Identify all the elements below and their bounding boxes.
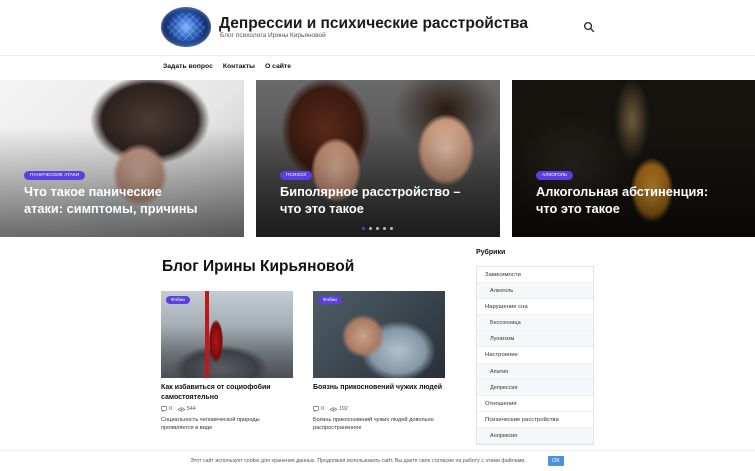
category-item[interactable]: Отношения [477, 396, 593, 412]
site-logo[interactable] [161, 7, 211, 47]
category-item[interactable]: Бессонница [477, 315, 593, 332]
views-count: 544 [177, 406, 196, 412]
post-thumbnail[interactable]: Фобии [313, 291, 445, 378]
eye-icon [177, 407, 185, 411]
views-count: 192 [329, 406, 348, 412]
search-icon[interactable] [583, 20, 595, 33]
slide-title[interactable]: Алкогольная абстиненция: что это такое [536, 184, 708, 217]
category-item[interactable]: Лунатизм [477, 331, 593, 348]
category-item[interactable]: Зависимости [477, 267, 593, 284]
nav-item-contacts[interactable]: Контакты [223, 63, 255, 73]
category-item[interactable]: Апатия [477, 363, 593, 380]
slider-dot[interactable] [362, 227, 365, 230]
nav-item-ask-question[interactable]: Задать вопрос [163, 63, 213, 73]
nav-item-about[interactable]: О сайте [265, 63, 291, 73]
post-excerpt: Боязнь прикосновений чужих людей довольн… [313, 417, 434, 431]
blog-heading: Блог Ирины Кирьяновой [162, 258, 355, 275]
slide-bipolar[interactable]: Психоз Биполярное расстройство – что это… [256, 80, 500, 237]
slide-tag[interactable]: Алкоголь [536, 171, 574, 180]
comments-count: 0 [161, 406, 172, 412]
slide-title[interactable]: Биполярное расстройство – что это такое [280, 184, 460, 217]
post-title[interactable]: Боязнь прикосновений чужих людей [313, 383, 445, 393]
slider-dot[interactable] [369, 227, 372, 230]
category-item[interactable]: Депрессия [477, 379, 593, 396]
cookie-bar: Этот сайт использует cookie для хранения… [0, 450, 755, 471]
slide-title[interactable]: Что такое панические атаки: симптомы, пр… [24, 184, 197, 217]
slider-dots [362, 227, 393, 230]
slide-tag[interactable]: Панические атаки [24, 171, 86, 180]
slider-dot[interactable] [390, 227, 393, 230]
post-title[interactable]: Как избавиться от социофобии самостоятел… [161, 383, 293, 403]
sidebar-title: Рубрики [476, 249, 506, 256]
category-item[interactable]: Нарушение сна [477, 299, 593, 316]
comments-count: 0 [313, 406, 324, 412]
main-nav: Задать вопрос Контакты О сайте [163, 63, 291, 73]
site-title[interactable]: Депрессии и психические расстройства [219, 15, 528, 33]
slide-alcohol-withdrawal[interactable]: Алкоголь Алкогольная абстиненция: что эт… [512, 80, 755, 237]
post-meta: 0 544 [161, 406, 196, 412]
post-tag[interactable]: Фобии [166, 296, 190, 304]
category-item[interactable]: Анорексия [477, 427, 593, 445]
comment-icon [313, 406, 319, 412]
slide-panic-attacks[interactable]: Панические атаки Что такое панические ат… [0, 80, 244, 237]
category-item[interactable]: Алкоголь [477, 283, 593, 300]
featured-slider: Панические атаки Что такое панические ат… [0, 80, 755, 237]
category-item[interactable]: Психические расстройства [477, 412, 593, 428]
slide-tag[interactable]: Психоз [280, 171, 313, 180]
header-divider [0, 55, 755, 56]
eye-icon [329, 407, 337, 411]
cookie-text: Этот сайт использует cookie для хранения… [190, 458, 526, 464]
post-excerpt: Социальность человеческой природы проявл… [161, 417, 260, 431]
post-thumbnail[interactable]: Фобии [161, 291, 293, 378]
cookie-ok-button[interactable]: OK [548, 456, 564, 466]
category-list: Зависимости Алкоголь Нарушение сна Бессо… [476, 266, 594, 446]
slider-dot[interactable] [376, 227, 379, 230]
site-header: Депрессии и психические расстройства Бло… [0, 0, 755, 56]
category-item[interactable]: Настроение [477, 347, 593, 364]
post-meta: 0 192 [313, 406, 348, 412]
post-tag[interactable]: Фобии [318, 296, 342, 304]
site-subtitle: Блог психолога Ирины Кирьяновой [220, 32, 326, 39]
slider-dot[interactable] [383, 227, 386, 230]
comment-icon [161, 406, 167, 412]
